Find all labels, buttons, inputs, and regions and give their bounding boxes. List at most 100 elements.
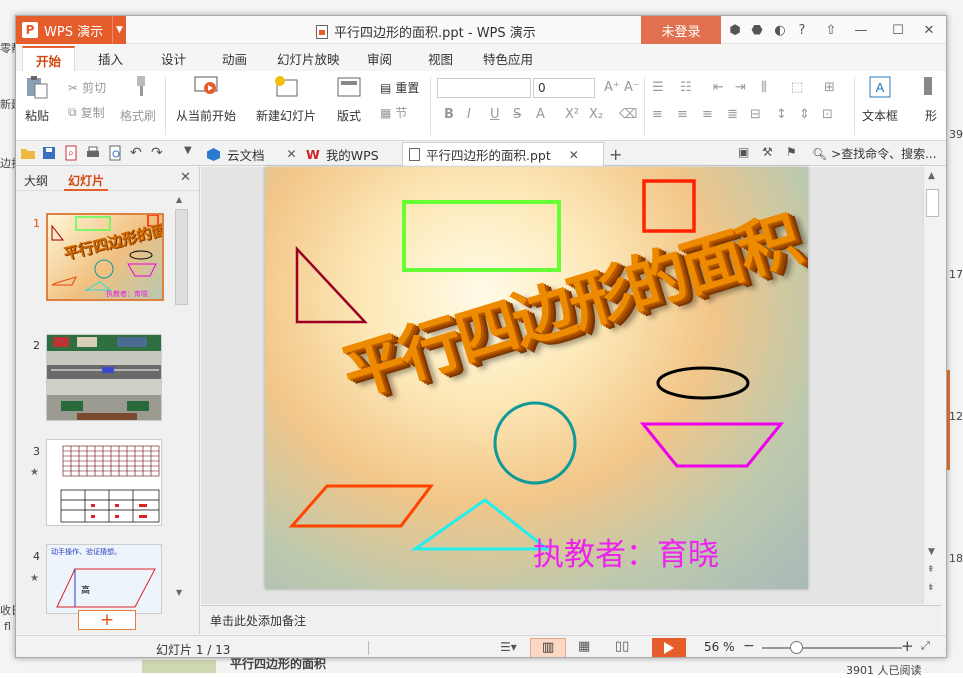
settings-icon[interactable]: ⬣: [748, 21, 766, 39]
next-slide-icon[interactable]: ⇟: [927, 583, 935, 593]
maximize-icon[interactable]: ☐: [889, 21, 907, 39]
redo-icon[interactable]: ↷: [151, 145, 167, 161]
section-button[interactable]: ▦ 节: [380, 104, 407, 121]
zoom-in-icon[interactable]: +: [901, 637, 914, 655]
chevron-down-icon[interactable]: ▼: [184, 145, 200, 161]
shape-button[interactable]: 形: [918, 75, 944, 124]
save-icon[interactable]: [41, 145, 57, 161]
superscript-icon[interactable]: X²: [565, 107, 579, 122]
doc-tab-active[interactable]: 平行四边形的面积.ppt ✕: [402, 142, 604, 166]
close-panel-icon[interactable]: ✕: [180, 170, 191, 185]
bullet-list-icon[interactable]: ☰: [652, 80, 664, 95]
app-menu-button[interactable]: P WPS 演示 ▼: [16, 16, 126, 44]
close-tab-icon[interactable]: ✕: [287, 147, 297, 161]
slide-panel-scrollbar[interactable]: ▲ ▼: [174, 193, 190, 613]
tab-insert[interactable]: 插入: [98, 49, 123, 68]
tool-icon[interactable]: ⚒: [762, 145, 778, 161]
reading-view-icon[interactable]: ▯▯: [615, 639, 629, 654]
paste-button[interactable]: 粘贴: [24, 75, 50, 124]
slide-thumb-3[interactable]: [46, 439, 162, 526]
screen-icon[interactable]: ▣: [738, 145, 754, 161]
scroll-down-icon[interactable]: ▼: [928, 547, 935, 557]
tab-animation[interactable]: 动画: [222, 49, 247, 68]
tab-slideshow[interactable]: 幻灯片放映: [277, 49, 340, 68]
scroll-up-icon[interactable]: ▲: [176, 195, 182, 204]
italic-icon[interactable]: I: [467, 107, 471, 122]
zoom-slider-knob[interactable]: [790, 641, 803, 654]
add-slide-button[interactable]: +: [78, 610, 136, 630]
zoom-slider[interactable]: [762, 641, 902, 654]
textbox-button[interactable]: A 文本框: [862, 75, 898, 124]
strikethrough-icon[interactable]: S: [513, 107, 521, 122]
print-icon[interactable]: [85, 145, 101, 161]
clear-format-icon[interactable]: ⌫: [619, 107, 637, 122]
scroll-down-icon[interactable]: ▼: [176, 588, 182, 597]
font-size-select[interactable]: 0: [533, 78, 595, 98]
new-slide-button[interactable]: 新建幻灯片: [256, 75, 316, 124]
print-preview-icon[interactable]: [107, 145, 123, 161]
notes-pane[interactable]: 单击此处添加备注: [201, 605, 941, 634]
align-text-icon[interactable]: ⬚: [791, 80, 803, 95]
bold-icon[interactable]: B: [444, 107, 454, 122]
doc-tab-cloud[interactable]: 云文档 ✕: [200, 142, 303, 166]
tab-special[interactable]: 特色应用: [483, 49, 533, 68]
login-button[interactable]: 未登录: [641, 16, 721, 44]
zoom-out-icon[interactable]: −: [743, 638, 755, 654]
sorter-view-icon[interactable]: ▦: [578, 639, 590, 654]
align-right-icon[interactable]: ≡: [702, 107, 713, 122]
canvas-scrollbar[interactable]: ▲ ▼ ⇞ ⇟: [923, 167, 941, 604]
font-name-select[interactable]: [437, 78, 531, 98]
decrease-indent-icon[interactable]: ⇤: [713, 80, 724, 95]
tab-review[interactable]: 审阅: [367, 49, 392, 68]
layout-button[interactable]: 版式: [336, 75, 362, 124]
scroll-thumb[interactable]: [926, 189, 939, 217]
notes-toggle-icon[interactable]: ☰▾: [500, 640, 517, 654]
tab-outline[interactable]: 大纲: [24, 172, 48, 189]
subscript-icon[interactable]: X₂: [589, 107, 603, 122]
share-icon[interactable]: ◐: [771, 21, 789, 39]
fit-window-icon[interactable]: ⤢: [921, 639, 930, 653]
shrink-font-icon[interactable]: A⁻: [624, 80, 640, 95]
copy-button[interactable]: ⧉ 复制: [68, 104, 105, 121]
tab-home[interactable]: 开始: [22, 46, 76, 71]
tab-slides[interactable]: 幻灯片: [68, 172, 104, 189]
tab-design[interactable]: 设计: [161, 49, 186, 68]
underline-icon[interactable]: U: [490, 107, 500, 122]
paragraph-settings-icon[interactable]: ⊡: [822, 107, 833, 122]
open-folder-icon[interactable]: [20, 145, 36, 161]
grow-font-icon[interactable]: A⁺: [604, 80, 620, 95]
scroll-thumb[interactable]: [175, 209, 188, 305]
slide-1[interactable]: 平行四边形的面积 执教者：育晓: [265, 167, 808, 589]
skin-icon[interactable]: ⬢: [726, 21, 744, 39]
command-search[interactable]: 🔍︎ >查找命令、搜索...: [812, 145, 937, 162]
increase-indent-icon[interactable]: ⇥: [735, 80, 746, 95]
undo-icon[interactable]: ↶: [130, 145, 146, 161]
font-color-icon[interactable]: A: [536, 107, 545, 122]
upload-icon[interactable]: ⇧: [822, 21, 840, 39]
play-slideshow-button[interactable]: [652, 638, 686, 657]
close-icon[interactable]: ✕: [920, 21, 938, 39]
smartart-icon[interactable]: ⊞: [824, 80, 835, 95]
slide-thumb-4[interactable]: 动手操作、验证猜想。 高: [46, 544, 162, 614]
doc-tab-mywps[interactable]: W 我的WPS ✕: [300, 142, 417, 166]
normal-view-button[interactable]: ▥: [530, 638, 566, 657]
slide-thumb-2[interactable]: [46, 334, 162, 421]
distribute-icon[interactable]: ⊟: [750, 107, 761, 122]
export-pdf-icon[interactable]: P: [63, 145, 79, 161]
line-spacing-icon[interactable]: ↕: [776, 107, 787, 122]
from-current-button[interactable]: 从当前开始: [176, 75, 236, 124]
close-tab-icon[interactable]: ✕: [569, 148, 579, 162]
numbered-list-icon[interactable]: ☷: [680, 80, 692, 95]
slide-thumb-1[interactable]: 平行四边形的面积 执教者：育晓: [46, 213, 164, 301]
paragraph-spacing-icon[interactable]: ⇕: [799, 107, 810, 122]
text-direction-icon[interactable]: ⫼: [761, 80, 767, 95]
align-center-icon[interactable]: ≡: [677, 107, 688, 122]
format-painter-button[interactable]: 格式刷: [120, 75, 156, 124]
justify-icon[interactable]: ≣: [727, 107, 738, 122]
align-left-icon[interactable]: ≡: [652, 107, 663, 122]
scroll-up-icon[interactable]: ▲: [928, 171, 935, 181]
new-tab-icon[interactable]: +: [609, 145, 625, 164]
cut-button[interactable]: ✂ 剪切: [68, 79, 106, 96]
help-icon[interactable]: ?: [793, 21, 811, 39]
reset-button[interactable]: ▤ 重置: [380, 79, 419, 96]
